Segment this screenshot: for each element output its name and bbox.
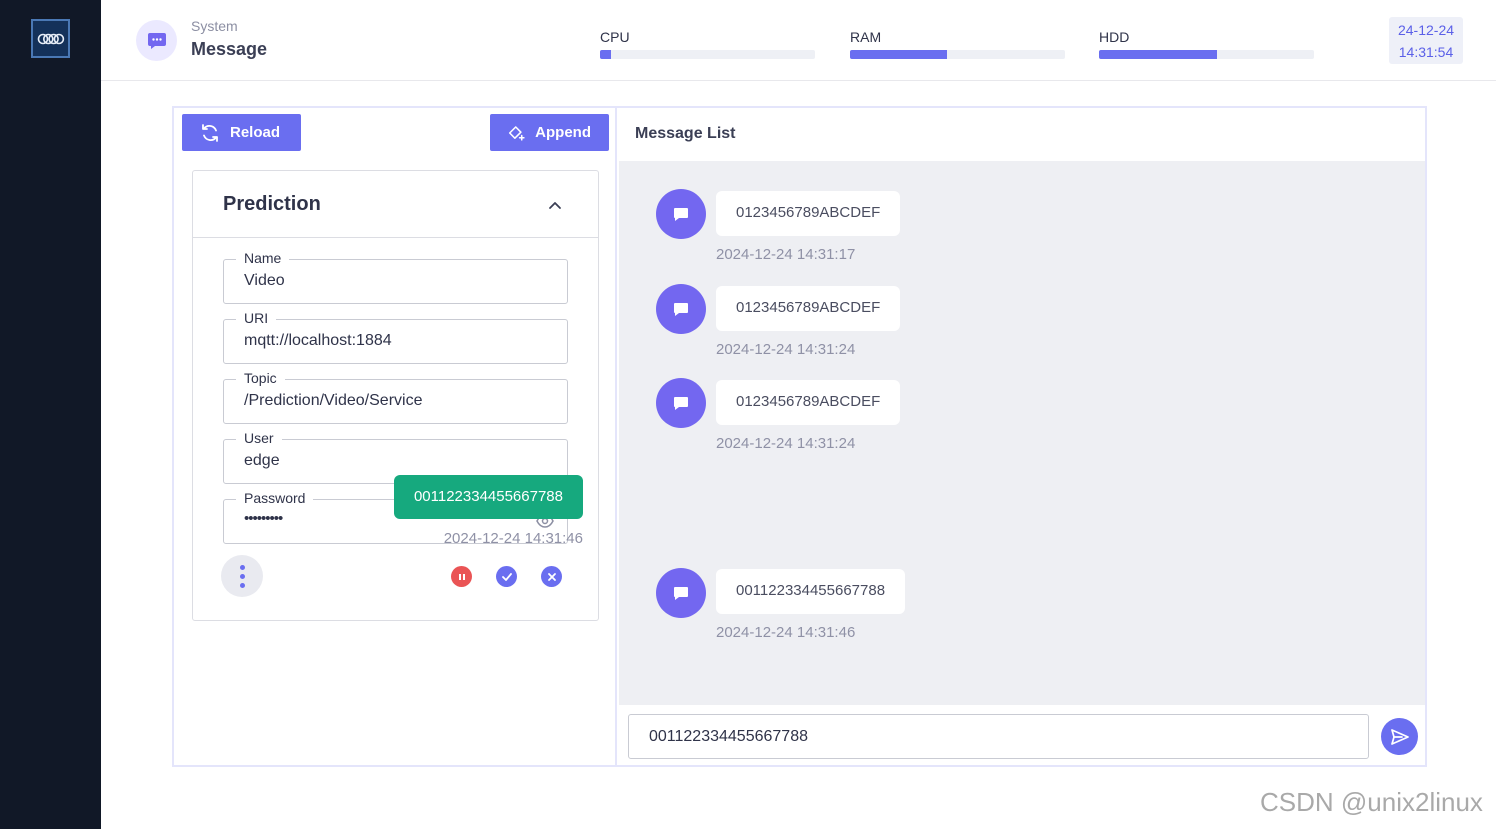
card-header[interactable]: Prediction: [193, 171, 598, 238]
message-time: 2024-12-24 14:31:17: [716, 246, 856, 263]
message-time: 2024-12-24 14:31:46: [443, 530, 583, 547]
connection-card: Prediction Name Video URI mqtt://localho…: [192, 170, 599, 621]
message-input[interactable]: [628, 714, 1369, 759]
watermark: CSDN @unix2linux: [1260, 787, 1483, 817]
more-dot: [239, 573, 245, 579]
cpu-meter: CPU: [600, 29, 815, 59]
message-section-icon: [136, 20, 177, 61]
uri-field-label: URI: [236, 310, 277, 326]
chat-bubble-icon: [674, 586, 688, 600]
uri-field-value[interactable]: mqtt://localhost:1884: [244, 332, 392, 350]
hdd-meter: HDD: [1099, 29, 1314, 59]
more-dot: [239, 564, 245, 570]
user-field-label: User: [236, 430, 282, 446]
reload-button-label: Reload: [230, 124, 281, 141]
message-bubble: 001122334455667788: [716, 569, 906, 614]
ram-meter-fill: [850, 50, 947, 59]
hdd-meter-label: HDD: [1099, 29, 1130, 45]
message-time: 2024-12-24 14:31:46: [716, 624, 856, 641]
name-field-value[interactable]: Video: [244, 272, 285, 290]
close-icon: [547, 572, 556, 581]
message-avatar: [656, 378, 706, 428]
message-time: 2024-12-24 14:31:24: [716, 341, 856, 358]
user-field-value[interactable]: edge: [244, 452, 280, 470]
connection-pane: Reload Append Prediction Name Video URI: [174, 108, 617, 765]
hdd-meter-track: [1099, 50, 1314, 59]
more-dot: [239, 582, 245, 588]
send-icon: [1390, 728, 1409, 745]
send-button[interactable]: [1381, 718, 1418, 755]
sidebar: [0, 0, 101, 829]
password-field-label: Password: [236, 490, 314, 506]
topic-field-label: Topic: [236, 370, 285, 386]
disconnect-button[interactable]: [541, 566, 562, 587]
message-avatar: [656, 284, 706, 334]
date-text: 24-12-24: [1397, 22, 1455, 38]
append-button-label: Append: [535, 124, 591, 141]
append-button[interactable]: Append: [490, 114, 609, 151]
ram-meter-label: RAM: [850, 29, 882, 45]
chat-bubble-icon: [674, 302, 688, 316]
topic-field-value[interactable]: /Prediction/Video/Service: [244, 392, 422, 410]
reload-button[interactable]: Reload: [182, 114, 301, 151]
top-bar: System Message CPU RAM HDD 24-12-24 14:3…: [101, 0, 1496, 81]
name-field-label: Name: [236, 250, 290, 266]
sent-message-bubble: 001122334455667788: [393, 475, 583, 519]
message-bubble: 0123456789ABCDEF: [716, 286, 901, 331]
more-options-button[interactable]: [221, 555, 263, 597]
datetime-badge: 24-12-24 14:31:54: [1389, 17, 1463, 64]
message-time: 2024-12-24 14:31:24: [716, 435, 856, 452]
uri-field[interactable]: URI mqtt://localhost:1884: [223, 310, 568, 364]
message-list: 0123456789ABCDEF 2024-12-24 14:31:17 012…: [393, 161, 1425, 705]
card-title: Prediction: [223, 193, 321, 215]
password-field-value[interactable]: •••••••••: [244, 510, 283, 527]
append-shape-icon: [508, 125, 525, 141]
main-panel: Reload Append Prediction Name Video URI: [172, 106, 1427, 767]
topic-field[interactable]: Topic /Prediction/Video/Service: [223, 370, 568, 424]
chevron-up-icon[interactable]: [545, 197, 565, 213]
hdd-meter-fill: [1099, 50, 1218, 59]
message-bubble: 0123456789ABCDEF: [716, 191, 901, 236]
name-field[interactable]: Name Video: [223, 250, 568, 304]
cpu-meter-track: [600, 50, 815, 59]
pause-icon: [458, 573, 465, 580]
ram-meter: RAM: [850, 29, 1065, 59]
connect-button[interactable]: [496, 566, 517, 587]
ram-meter-track: [850, 50, 1065, 59]
message-list-title: Message List: [635, 125, 736, 142]
chat-bubble-icon: [674, 207, 688, 221]
cpu-meter-label: CPU: [600, 29, 630, 45]
page-title: Message: [191, 39, 268, 59]
message-avatar: [656, 568, 706, 618]
chat-bubble-icon: [674, 396, 688, 410]
message-avatar: [656, 189, 706, 239]
cpu-meter-fill: [600, 50, 611, 59]
logo-rings-icon: [37, 33, 64, 44]
message-list-header: Message List: [619, 108, 1425, 161]
breadcrumb-section: System: [191, 18, 238, 34]
refresh-icon: [202, 123, 218, 142]
check-icon: [501, 572, 512, 581]
message-pane: Message List 0123456789ABCDEF 2024-12-24…: [393, 108, 1425, 765]
time-text: 14:31:54: [1398, 44, 1454, 60]
message-composer: [619, 705, 1425, 765]
message-bubble: 0123456789ABCDEF: [716, 380, 901, 425]
pause-button[interactable]: [451, 566, 472, 587]
app-logo[interactable]: [31, 19, 70, 58]
